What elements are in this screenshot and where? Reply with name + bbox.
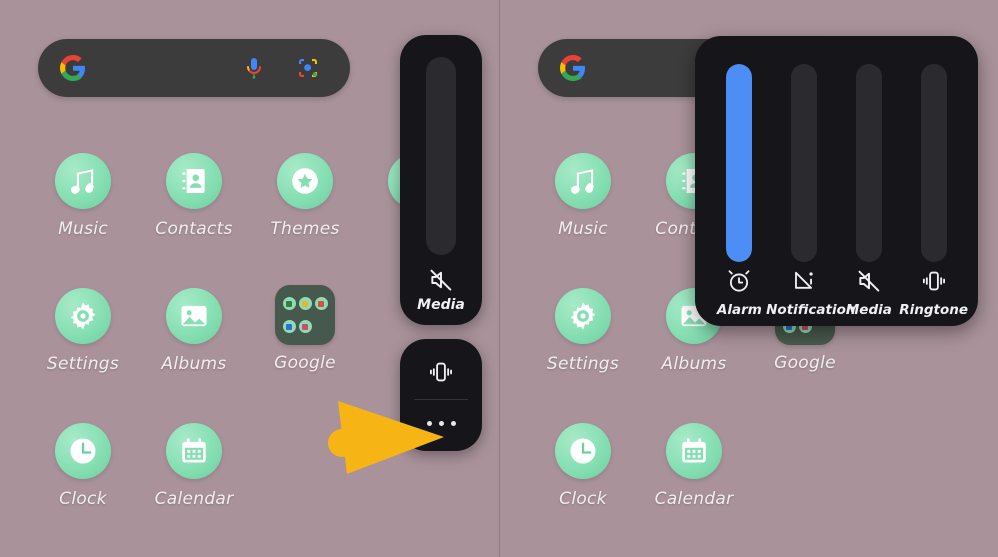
app-label: Music (58, 219, 108, 239)
google-search-bar[interactable] (38, 39, 350, 97)
app-settings[interactable]: Settings (535, 288, 631, 374)
folder-app-dot (298, 320, 312, 333)
calendar-icon (666, 423, 722, 479)
app-label: Clock (59, 489, 107, 509)
volume-channel-alarm[interactable]: Alarm (709, 36, 769, 326)
notification-off-icon[interactable] (774, 268, 834, 294)
app-label: Settings (546, 354, 620, 374)
ringtone-volume-slider[interactable] (920, 64, 947, 262)
volume-slider-panel[interactable]: Media (400, 35, 482, 325)
alarm-volume-fill (726, 64, 753, 262)
music-note-icon (555, 153, 611, 209)
app-albums[interactable]: Albums (146, 288, 242, 374)
app-label: Settings (46, 354, 120, 374)
screenshot-stage: Music Contacts Themes Pla Settings (0, 0, 998, 557)
app-clock[interactable]: Clock (535, 423, 631, 509)
app-label: Calendar (154, 489, 234, 509)
notification-volume-slider[interactable] (791, 64, 818, 262)
volume-muted-icon[interactable] (400, 267, 482, 293)
volume-channel-media[interactable]: Media (839, 36, 899, 326)
app-calendar[interactable]: Calendar (146, 423, 242, 509)
app-contacts[interactable]: Contacts (146, 153, 242, 239)
app-settings[interactable]: Settings (35, 288, 131, 374)
arrow-pointer-right (328, 401, 444, 474)
app-label: Clock (559, 489, 607, 509)
app-calendar[interactable]: Calendar (646, 423, 742, 509)
google-folder-icon (275, 285, 335, 345)
app-google-folder[interactable]: Google (257, 285, 353, 373)
vibrate-icon[interactable] (400, 359, 482, 385)
app-music[interactable]: Music (35, 153, 131, 239)
app-label: Contacts (155, 219, 233, 239)
alarm-clock-icon[interactable] (709, 268, 769, 294)
clock-icon (555, 423, 611, 479)
app-label: Themes (270, 219, 340, 239)
calendar-icon (166, 423, 222, 479)
folder-app-dot (282, 320, 296, 333)
volume-muted-icon[interactable] (839, 268, 899, 294)
microphone-icon[interactable] (242, 56, 266, 80)
panel-divider (499, 0, 500, 557)
volume-channel-label: Media (417, 297, 465, 313)
app-themes[interactable]: Themes (257, 153, 353, 239)
google-g-logo (60, 55, 86, 81)
folder-app-dot (314, 297, 328, 310)
media-volume-slider-track[interactable] (426, 57, 456, 255)
settings-gear-icon (555, 288, 611, 344)
google-g-logo (560, 55, 586, 81)
contacts-icon (166, 153, 222, 209)
volume-panel-expanded[interactable]: Alarm Notification Media Ringtone (695, 36, 978, 326)
app-label: Calendar (654, 489, 734, 509)
app-label: Albums (661, 354, 727, 374)
phone-panel-left: Music Contacts Themes Pla Settings (0, 0, 499, 557)
settings-gear-icon (55, 288, 111, 344)
app-label: Google (274, 353, 336, 373)
volume-channel-notification[interactable]: Notification (766, 36, 855, 326)
app-label: Google (774, 353, 836, 373)
alarm-volume-slider[interactable] (726, 64, 753, 262)
vibrate-icon[interactable] (904, 268, 964, 294)
app-music[interactable]: Music (535, 153, 631, 239)
clock-icon (55, 423, 111, 479)
app-label: Music (558, 219, 608, 239)
channel-label: Ringtone (899, 302, 969, 318)
media-volume-slider[interactable] (855, 64, 882, 262)
folder-app-dot (282, 297, 296, 310)
albums-photo-icon (166, 288, 222, 344)
themes-star-icon (277, 153, 333, 209)
google-lens-icon[interactable] (296, 56, 320, 80)
folder-app-dot (298, 297, 312, 310)
music-note-icon (55, 153, 111, 209)
app-clock[interactable]: Clock (35, 423, 131, 509)
app-label: Albums (161, 354, 227, 374)
volume-channel-ringtone[interactable]: Ringtone (899, 36, 968, 326)
